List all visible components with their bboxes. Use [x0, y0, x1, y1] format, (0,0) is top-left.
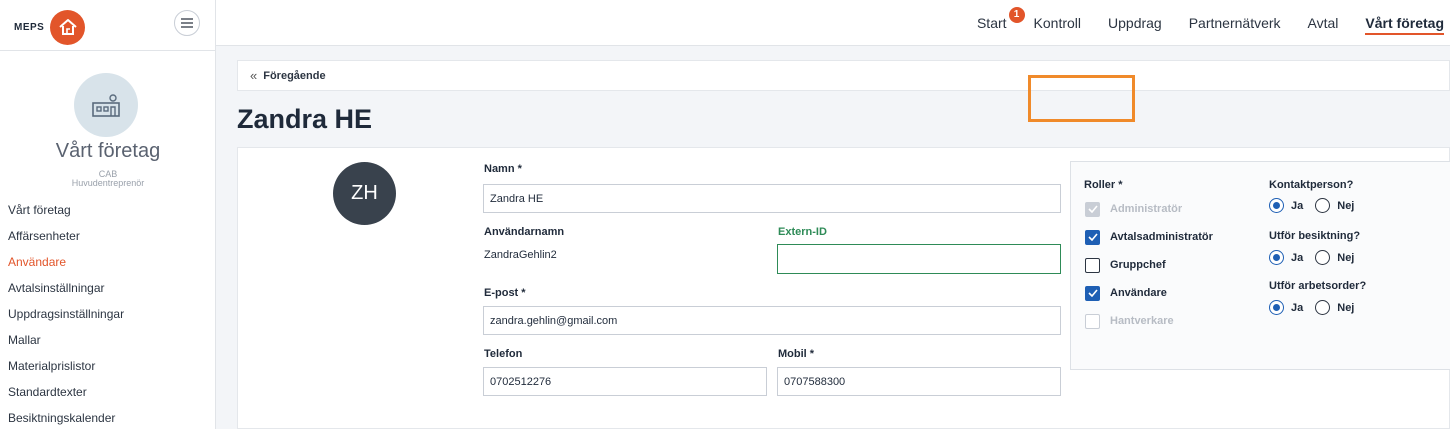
user-form-card: ZH Namn * Användarnamn ZandraGehlin2 Ext…: [237, 147, 1450, 429]
email-input[interactable]: [483, 306, 1061, 335]
phone-input[interactable]: [483, 367, 767, 396]
sidebar-nav: Vårt företag Affärsenheter Användare Avt…: [8, 198, 124, 429]
topnav-start-label: Start: [976, 15, 1007, 31]
contact-person-label: Kontaktperson?: [1269, 179, 1354, 191]
mobile-label: Mobil *: [778, 348, 815, 360]
role-hantverkare[interactable]: Hantverkare: [1085, 312, 1174, 330]
sidebar: MEPS Vårt företag CAB Huvudentreprenör V…: [0, 0, 216, 429]
company-role: Huvudentreprenör: [71, 178, 145, 188]
checkbox-empty-icon: [1085, 257, 1100, 273]
work-order-radio-group: Ja Nej: [1269, 300, 1366, 315]
sidebar-item-materialprislistor[interactable]: Materialprislistor: [8, 354, 124, 380]
name-label: Namn *: [484, 163, 522, 175]
back-link-label: Föregående: [263, 69, 326, 82]
topnav-uppdrag[interactable]: Uppdrag: [1108, 0, 1162, 46]
topnav-partnernatverk[interactable]: Partnernätverk: [1189, 0, 1281, 46]
username-label: Användarnamn: [484, 226, 565, 238]
double-chevron-left-icon: «: [250, 68, 258, 83]
topnav-vart-foretag[interactable]: Vårt företag: [1365, 0, 1444, 46]
menu-toggle-button[interactable]: [174, 10, 200, 36]
radio-no[interactable]: [1315, 198, 1331, 213]
role-anvandare[interactable]: Användare: [1085, 284, 1167, 302]
checkbox-empty-icon: [1085, 313, 1100, 329]
top-bar: Start 1 Kontroll Uppdrag Partnernätverk …: [216, 0, 1450, 46]
radio-no-label[interactable]: Nej: [1337, 252, 1354, 264]
radio-no-label[interactable]: Nej: [1337, 200, 1354, 212]
back-link[interactable]: « Föregående: [237, 60, 1450, 91]
role-avtalsadministrator[interactable]: Avtalsadministratör: [1085, 228, 1213, 246]
sidebar-item-affarsenheter[interactable]: Affärsenheter: [8, 224, 124, 250]
checkbox-checked-icon: [1085, 285, 1100, 301]
radio-yes[interactable]: [1269, 300, 1284, 315]
role-label: Användare: [1110, 287, 1167, 299]
logo[interactable]: MEPS: [14, 9, 86, 45]
role-label: Avtalsadministratör: [1110, 231, 1213, 243]
sidebar-item-besiktningskalender[interactable]: Besiktningskalender: [8, 406, 124, 429]
email-label: E-post *: [484, 287, 526, 299]
radio-yes[interactable]: [1269, 250, 1284, 265]
sidebar-item-uppdragsinstallningar[interactable]: Uppdragsinställningar: [8, 302, 124, 328]
roles-label: Roller *: [1084, 179, 1123, 191]
sidebar-divider: [0, 50, 216, 51]
role-label: Gruppchef: [1110, 259, 1166, 271]
extern-id-label: Extern-ID: [778, 226, 827, 238]
sidebar-item-standardtexter[interactable]: Standardtexter: [8, 380, 124, 406]
radio-no[interactable]: [1315, 300, 1331, 315]
building-icon: [92, 94, 120, 117]
radio-no-label[interactable]: Nej: [1337, 302, 1354, 314]
contact-person-radio-group: Ja Nej: [1269, 198, 1366, 213]
role-label: Administratör: [1110, 203, 1183, 215]
radio-yes-label[interactable]: Ja: [1291, 302, 1303, 314]
company-name: Vårt företag: [55, 140, 161, 162]
house-logo-icon: [50, 9, 86, 45]
user-avatar: ZH: [333, 162, 396, 225]
extern-id-input[interactable]: [777, 244, 1061, 274]
radio-yes-label[interactable]: Ja: [1291, 252, 1303, 264]
username-value: ZandraGehlin2: [484, 249, 557, 261]
name-input[interactable]: [483, 184, 1061, 213]
roles-panel: Roller * Administratör Avtalsadministrat…: [1070, 161, 1450, 370]
company-avatar: [74, 73, 138, 137]
sidebar-item-mallar[interactable]: Mallar: [8, 328, 124, 354]
mobile-input[interactable]: [777, 367, 1061, 396]
checkbox-checked-icon: [1085, 201, 1100, 217]
top-nav: Start 1 Kontroll Uppdrag Partnernätverk …: [950, 0, 1444, 46]
radio-no[interactable]: [1315, 250, 1331, 265]
sidebar-item-avtalsinstallningar[interactable]: Avtalsinställningar: [8, 276, 124, 302]
role-label: Hantverkare: [1110, 315, 1174, 327]
logo-text: MEPS: [14, 21, 45, 33]
hamburger-icon: [181, 18, 193, 28]
inspection-label: Utför besiktning?: [1269, 230, 1361, 242]
phone-label: Telefon: [484, 348, 523, 360]
radio-yes[interactable]: [1269, 198, 1284, 213]
role-gruppchef[interactable]: Gruppchef: [1085, 256, 1166, 274]
topnav-avtal[interactable]: Avtal: [1308, 0, 1339, 46]
page-title: Zandra HE: [237, 104, 373, 134]
highlight-box: [1028, 75, 1135, 122]
topnav-kontroll[interactable]: Kontroll: [1034, 0, 1081, 46]
checkbox-checked-icon: [1085, 229, 1100, 245]
topnav-start[interactable]: Start 1: [976, 0, 1025, 46]
sidebar-item-vart-foretag[interactable]: Vårt företag: [8, 198, 124, 224]
notification-badge: 1: [1008, 7, 1025, 23]
work-order-label: Utför arbetsorder?: [1269, 280, 1367, 292]
radio-yes-label[interactable]: Ja: [1291, 200, 1303, 212]
inspection-radio-group: Ja Nej: [1269, 250, 1366, 265]
sidebar-item-anvandare[interactable]: Användare: [8, 250, 124, 276]
role-administrator[interactable]: Administratör: [1085, 200, 1182, 218]
